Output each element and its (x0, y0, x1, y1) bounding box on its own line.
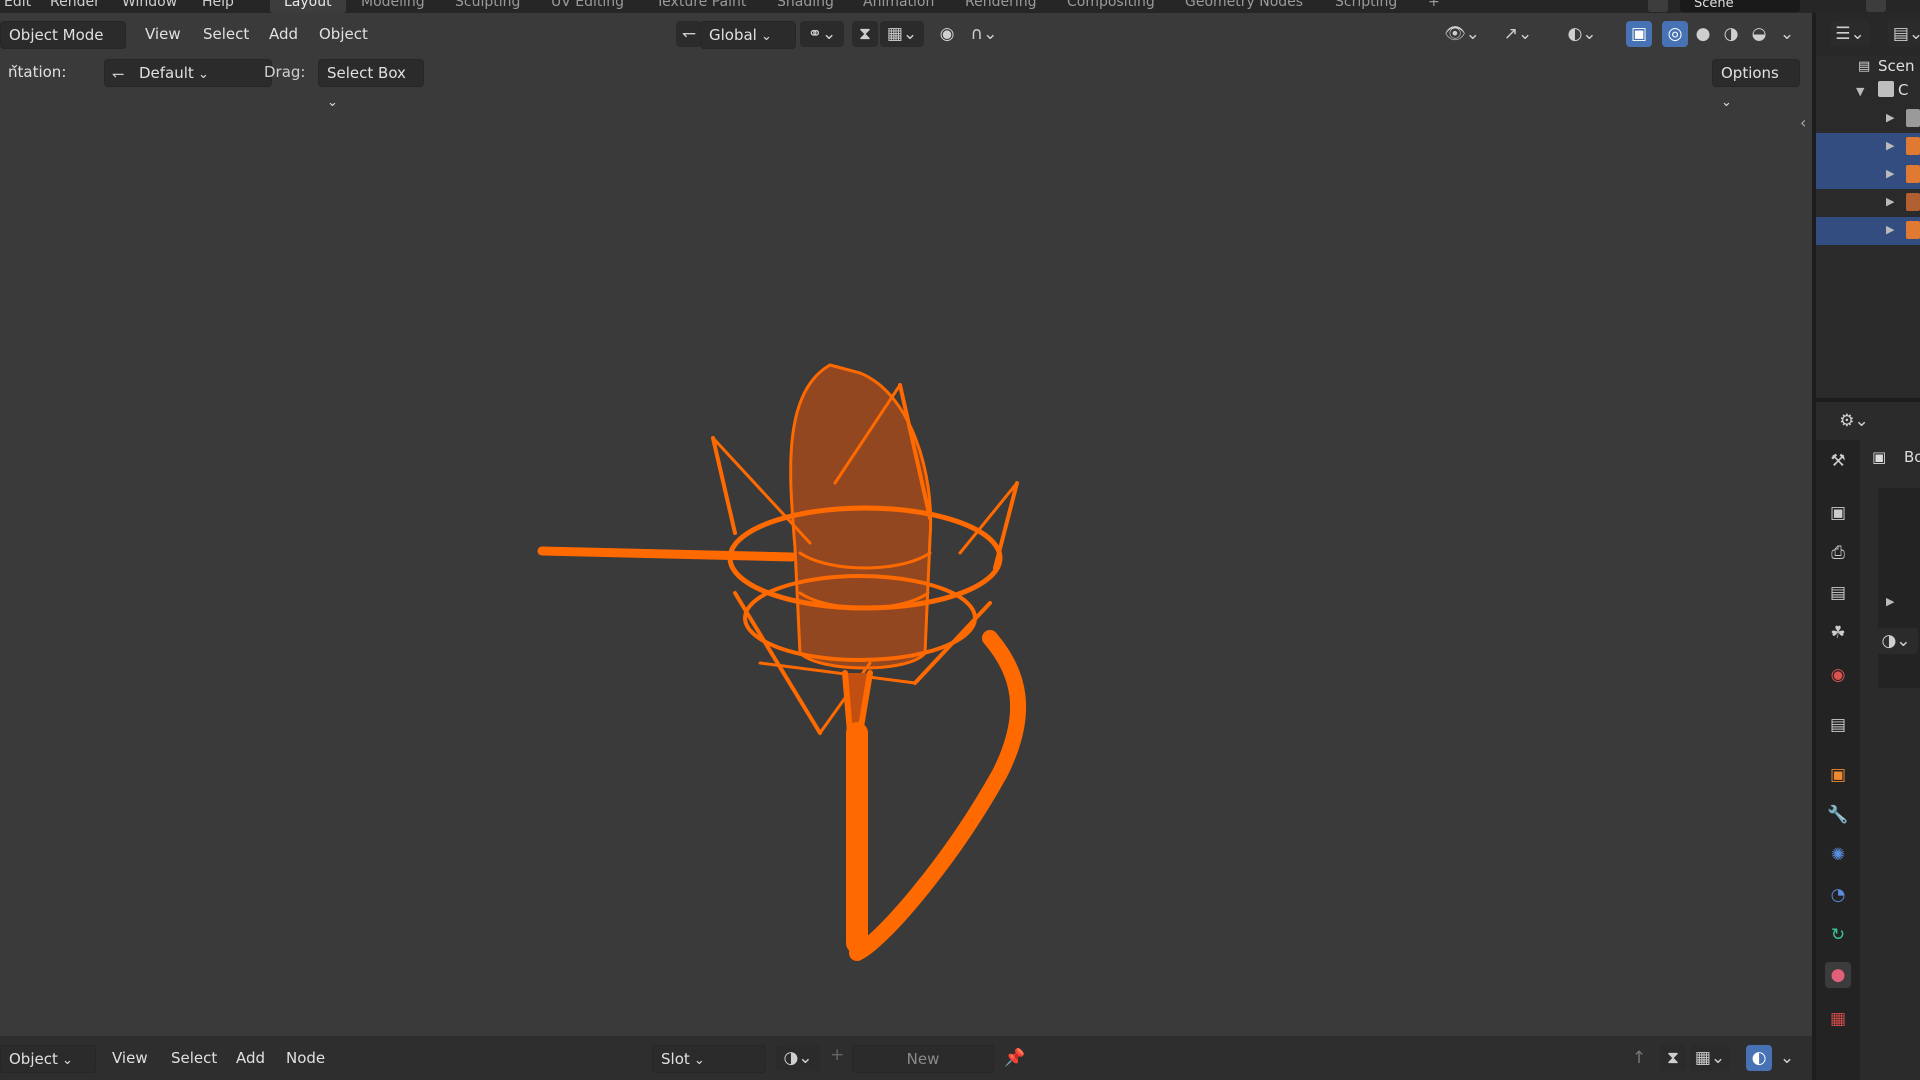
menu-edit[interactable]: Edit (4, 0, 31, 10)
outliner-row[interactable]: ▶ (1816, 161, 1920, 189)
properties-editor-type-icon[interactable]: ⚙⌄ (1834, 408, 1874, 434)
display-mode-icon[interactable]: ▤⌄ (1888, 21, 1920, 47)
material-browse-icon[interactable]: ◑⌄ (1874, 628, 1918, 654)
footer-snap-icon[interactable]: ⧗ (1660, 1045, 1686, 1071)
footer-menu-select[interactable]: Select (163, 1045, 225, 1071)
pin-icon[interactable]: 📌 (1002, 1045, 1028, 1071)
properties-panel: ⚙⌄ ⚒ ▣ ⎙ ▤ ☘ ◉ ▤ ▣ 🔧 ✺ ◔ ↻ ● ▦ ▣ Bo ▶ ◑⌄ (1816, 402, 1920, 1080)
collection-label: C (1898, 81, 1909, 99)
footer-menu-add[interactable]: Add (228, 1045, 273, 1071)
plus-icon: + (830, 1045, 845, 1065)
scene-collection-label: Scen (1878, 57, 1915, 75)
tab-rendering[interactable]: Rendering (951, 0, 1051, 13)
collection-props-icon[interactable]: ▤ (1825, 712, 1851, 738)
material-icon[interactable]: ● (1825, 962, 1851, 988)
material-slot-list[interactable] (1878, 488, 1920, 688)
properties-tabs: ⚒ ▣ ⎙ ▤ ☘ ◉ ▤ ▣ 🔧 ✺ ◔ ↻ ● ▦ (1816, 440, 1860, 1080)
tab-animation[interactable]: Animation (849, 0, 948, 13)
scene-collection-icon: ▤ (1858, 59, 1871, 74)
tab-texture-paint[interactable]: Texture Paint (642, 0, 760, 13)
physics-icon[interactable]: ◔ (1825, 882, 1851, 908)
stand-arm (537, 546, 797, 562)
tab-modeling[interactable]: Modeling (347, 0, 439, 13)
add-workspace-button[interactable]: + (1414, 0, 1454, 13)
outliner-row[interactable]: ▶ (1816, 133, 1920, 161)
tab-scripting[interactable]: Scripting (1321, 0, 1411, 13)
particles-icon[interactable]: ✺ (1825, 842, 1851, 868)
tab-compositing[interactable]: Compositing (1053, 0, 1169, 13)
scene-props-icon[interactable]: ☘ (1825, 620, 1851, 646)
output-icon[interactable]: ⎙ (1825, 540, 1851, 566)
texture-icon[interactable]: ▦ (1825, 1006, 1851, 1032)
outliner-header: ☰⌄ ▤⌄ (1816, 13, 1920, 55)
new-material-button[interactable]: New (852, 1045, 994, 1073)
object-data-icon: ▣ (1872, 448, 1887, 466)
microphone-object[interactable] (0, 13, 1812, 1036)
tab-geometry-nodes[interactable]: Geometry Nodes (1171, 0, 1317, 13)
outliner-row[interactable]: ▶ (1816, 217, 1920, 245)
shader-editor-header: Object View Select Add Node Slot ◑⌄ + Ne… (0, 1036, 1812, 1080)
expand-arrow-icon[interactable]: ▶ (1886, 595, 1894, 608)
collection-icon (1878, 81, 1894, 97)
slot-dropdown[interactable]: Slot (652, 1045, 766, 1073)
3d-viewport[interactable]: Object Mode View Select Add Object ↽ Glo… (0, 13, 1812, 1036)
footer-mode-selector[interactable]: Object (0, 1045, 96, 1073)
tool-icon[interactable]: ⚒ (1825, 448, 1851, 474)
outliner-row[interactable]: ▶ (1816, 189, 1920, 217)
footer-snap-target-icon[interactable]: ▦⌄ (1690, 1045, 1730, 1071)
tab-uv-editing[interactable]: UV Editing (537, 0, 638, 13)
footer-menu-view[interactable]: View (104, 1045, 156, 1071)
tab-sculpting[interactable]: Sculpting (441, 0, 534, 13)
tab-shading[interactable]: Shading (763, 0, 848, 13)
collection-expand-icon[interactable]: ▼ (1856, 85, 1864, 98)
constraints-icon[interactable]: ↻ (1825, 922, 1851, 948)
tab-layout[interactable]: Layout (270, 0, 346, 13)
footer-overlay-icon[interactable]: ◐ (1746, 1045, 1772, 1071)
footer-menu-node[interactable]: Node (278, 1045, 333, 1071)
mic-capsule (789, 363, 933, 670)
modifier-icon[interactable]: 🔧 (1825, 802, 1851, 828)
scene-icon[interactable] (1648, 0, 1668, 12)
material-browse-footer-icon[interactable]: ◑⌄ (776, 1045, 820, 1071)
world-icon[interactable]: ◉ (1825, 662, 1851, 688)
render-icon[interactable]: ▣ (1825, 500, 1851, 526)
cable-loop (849, 630, 1027, 961)
footer-overlay-options-icon[interactable]: ⌄ (1774, 1045, 1800, 1071)
outliner-panel: ☰⌄ ▤⌄ ▤ Scen ▼ C ▶ ▶ ▶ ▶ ▶ (1816, 13, 1920, 398)
editor-type-icon[interactable]: ☰⌄ (1830, 21, 1870, 47)
object-name-label: Bo (1904, 448, 1920, 466)
menu-window[interactable]: Window (122, 0, 177, 10)
scene-selector[interactable]: Scene (1680, 0, 1800, 12)
new-scene-icon[interactable] (1866, 0, 1886, 12)
workspace-bar: Edit Render Window Help Layout Modeling … (0, 0, 1920, 13)
object-props-icon[interactable]: ▣ (1825, 762, 1851, 788)
menu-help[interactable]: Help (202, 0, 234, 10)
outliner-row[interactable]: ▶ (1816, 105, 1920, 133)
parent-node-icon[interactable]: ↑ (1626, 1045, 1652, 1071)
menu-render[interactable]: Render (50, 0, 100, 10)
view-layer-icon[interactable]: ▤ (1825, 580, 1851, 606)
